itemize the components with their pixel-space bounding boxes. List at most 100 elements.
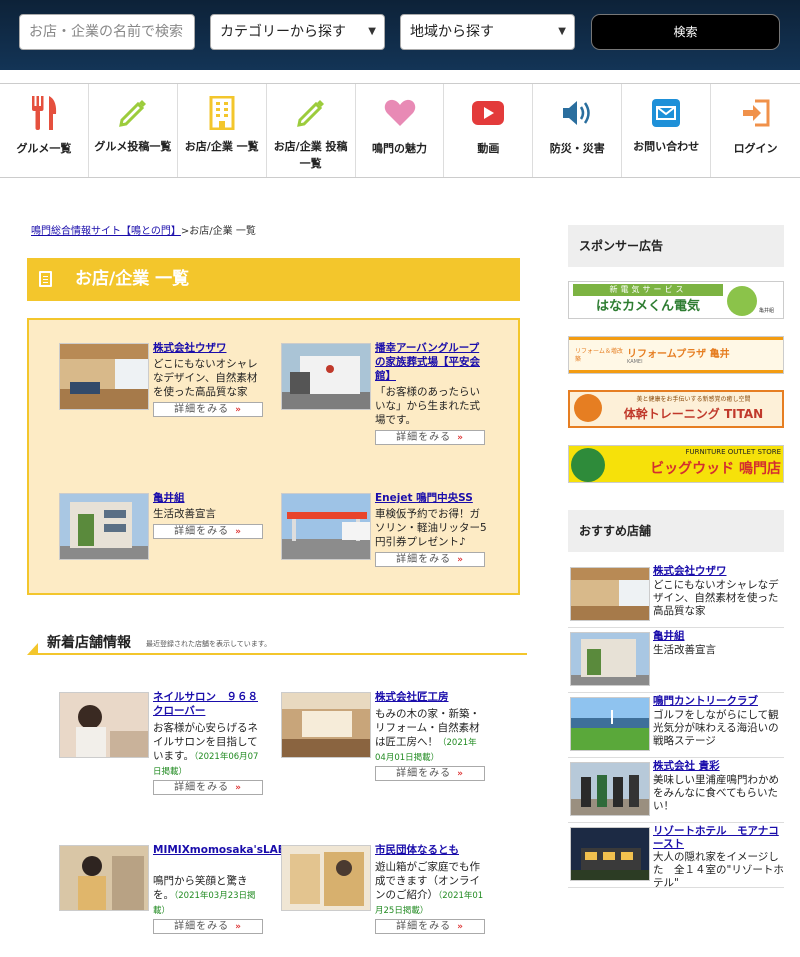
details-button-label: 詳細をみる [396,432,452,443]
recommend-title-link[interactable]: リゾートホテル モアナコースト [653,825,785,851]
featured-thumbnail[interactable] [281,343,371,410]
nav-item-contact[interactable]: お問い合わせ [622,84,712,177]
banner-top-text: FURNITURE OUTLET STORE [685,448,781,456]
details-button[interactable]: 詳細をみる » [153,402,263,417]
sponsor-banner-denki[interactable]: 新電気サービス はなカメくん電気 亀井組 [568,281,784,319]
recommend-thumbnail[interactable] [570,827,650,881]
banner-main-text: はなカメくん電気 [595,299,700,314]
double-chevron-right-icon: » [235,405,242,415]
new-shops-title: 新着店舗情報 [47,635,131,651]
details-button-label: 詳細をみる [174,526,230,537]
nav-item-disaster[interactable]: 防災・災害 [533,84,623,177]
header-search-bar: お店・企業の名前で検索 カテゴリーから探す ▼ 地域から探す ▼ 検索 [0,0,800,70]
details-button[interactable]: 詳細をみる » [153,524,263,539]
double-chevron-right-icon: » [235,783,242,793]
heart-icon [384,99,415,126]
details-button-label: 詳細をみる [174,921,230,932]
search-button[interactable]: 検索 [591,14,780,50]
pencil-icon [296,100,324,127]
details-button[interactable]: 詳細をみる » [375,919,485,934]
double-chevron-right-icon: » [457,555,464,565]
details-button-label: 詳細をみる [396,768,452,779]
area-select[interactable]: 地域から探す ▼ [400,14,575,50]
new-shop-thumbnail[interactable] [59,845,149,911]
sponsor-banner-bigwood[interactable]: FURNITURE OUTLET STORE ビッグウッド 鳴門店 [568,445,784,483]
new-shop-thumbnail[interactable] [281,845,371,911]
details-button-label: 詳細をみる [174,404,230,415]
banner-main-text: リフォームプラザ 亀井 [627,349,730,360]
recommend-title-link[interactable]: 亀井組 [653,630,785,643]
banner-top-text: 美と健康をお手伝いする新感覚の癒し空間 [636,396,751,403]
new-shop-thumbnail[interactable] [59,692,149,758]
nav-item-naruto-charm[interactable]: 鳴門の魅力 [356,84,445,177]
heading-underline [38,653,527,655]
fork-knife-icon [31,96,57,130]
recommend-title-link[interactable]: 株式会社ウザワ [653,565,785,578]
recommend-thumbnail[interactable] [570,762,650,816]
recommend-thumbnail[interactable] [570,632,650,686]
sponsor-banner-titan[interactable]: 美と健康をお手伝いする新感覚の癒し空間 体幹トレーニング TITAN [568,390,784,428]
new-shop-description: お客様が心安らげるネイルサロンを目指しています。（2021年06月07日掲載） [153,721,265,779]
breadcrumb-home-link[interactable]: 鳴門総合情報サイト【鳴との門】 [31,226,181,237]
banner-top-text: 新電気サービス [573,284,723,296]
turtle-mascot-icon [727,286,757,316]
recommend-item: 株式会社 貴彩 美味しい里浦産鳴門わかめをみんなに食べてもらいたい！ [568,758,784,823]
double-chevron-right-icon: » [235,922,242,932]
recommend-description: 生活改善宣言 [653,644,716,656]
featured-thumbnail[interactable] [59,343,149,410]
new-shop-title-link[interactable]: 市民団体なるとも [375,843,487,857]
recommend-title-link[interactable]: 株式会社 貴彩 [653,760,785,773]
details-button[interactable]: 詳細をみる » [153,780,263,795]
main-nav: グルメ一覧 グルメ投稿一覧 お店/企業 一覧 お店/企業 投稿一覧 鳴門の魅力 … [0,83,800,178]
featured-description: 車検仮予約でお得！ガソリン・軽油リッター5円引券プレゼント♪ [375,508,487,548]
featured-thumbnail[interactable] [59,493,149,560]
recommend-description: 美味しい里浦産鳴門わかめをみんなに食べてもらいたい！ [653,774,779,812]
featured-title-link[interactable]: 株式会社ウザワ [153,341,265,355]
mail-icon [652,99,681,127]
details-button[interactable]: 詳細をみる » [153,919,263,934]
recommend-thumbnail[interactable] [570,697,650,751]
category-select-label: カテゴリーから探す [220,24,346,40]
recommend-heading: おすすめ店舗 [568,510,784,552]
recommend-thumbnail[interactable] [570,567,650,621]
details-button-label: 詳細をみる [396,554,452,565]
new-shop-title-link[interactable]: 株式会社匠工房 [375,690,487,704]
details-button[interactable]: 詳細をみる » [375,552,485,567]
recommend-title-link[interactable]: 鳴門カントリークラブ [653,695,785,708]
recommend-description: どこにもないオシャレなデザイン、自然素材を使った高品質な家 [653,579,779,617]
trainer-mascot-icon [574,394,602,422]
new-shop-title-link[interactable]: ネイルサロン ９６８クローバー [153,690,265,718]
sponsor-banner-reform[interactable]: リフォーム＆増改築 リフォームプラザ 亀井 KAMEI [568,336,784,374]
featured-title-link[interactable]: 播幸アーバングループの家族葬式場【平安会館】 [375,341,487,383]
nav-item-gourmet-posts[interactable]: グルメ投稿一覧 [89,84,178,177]
speaker-icon [563,101,591,125]
banner-sub-text: 亀井組 [759,308,775,314]
details-button-label: 詳細をみる [174,782,230,793]
area-select-label: 地域から探す [410,24,494,40]
featured-title-link[interactable]: Enejet 鳴門中央SS [375,491,487,505]
featured-description: どこにもないオシャレなデザイン、自然素材を使った高品質な家 [153,358,258,398]
bigwood-mascot-icon [571,448,605,482]
nav-item-video[interactable]: 動画 [444,84,534,177]
nav-item-gourmet[interactable]: グルメ一覧 [0,84,89,177]
nav-item-shops[interactable]: お店/企業 一覧 [178,84,267,177]
banner-main-text: ビッグウッド 鳴門店 [650,461,781,477]
featured-title-link[interactable]: 亀井組 [153,491,265,505]
double-chevron-right-icon: » [457,922,464,932]
details-button[interactable]: 詳細をみる » [375,430,485,445]
breadcrumb: 鳴門総合情報サイト【鳴との門】>お店/企業 一覧 [31,222,256,237]
nav-item-shop-posts[interactable]: お店/企業 投稿一覧 [267,84,356,177]
new-shop-thumbnail[interactable] [281,692,371,758]
pencil-icon [118,100,146,127]
search-input[interactable]: お店・企業の名前で検索 [19,14,195,50]
new-shop-title-link[interactable]: MIMIXmomosaka'sLABO. [153,843,299,857]
nav-item-login[interactable]: ログイン [711,84,800,177]
recommend-description: ゴルフをしながらにして観光気分が味わえる海沿いの戦略ステージ [653,709,779,747]
new-shop-description: 遊山箱がご家庭でも作成できます（オンラインのご紹介）（2021年01月25日掲載… [375,860,487,918]
recommend-item: 株式会社ウザワ どこにもないオシャレなデザイン、自然素材を使った高品質な家 [568,563,784,628]
featured-thumbnail[interactable] [281,493,371,560]
category-select[interactable]: カテゴリーから探す ▼ [210,14,385,50]
featured-description: 生活改善宣言 [153,508,216,520]
details-button[interactable]: 詳細をみる » [375,766,485,781]
recommend-item: リゾートホテル モアナコースト 大人の隠れ家をイメージした 全１４室の"リゾート… [568,823,785,889]
